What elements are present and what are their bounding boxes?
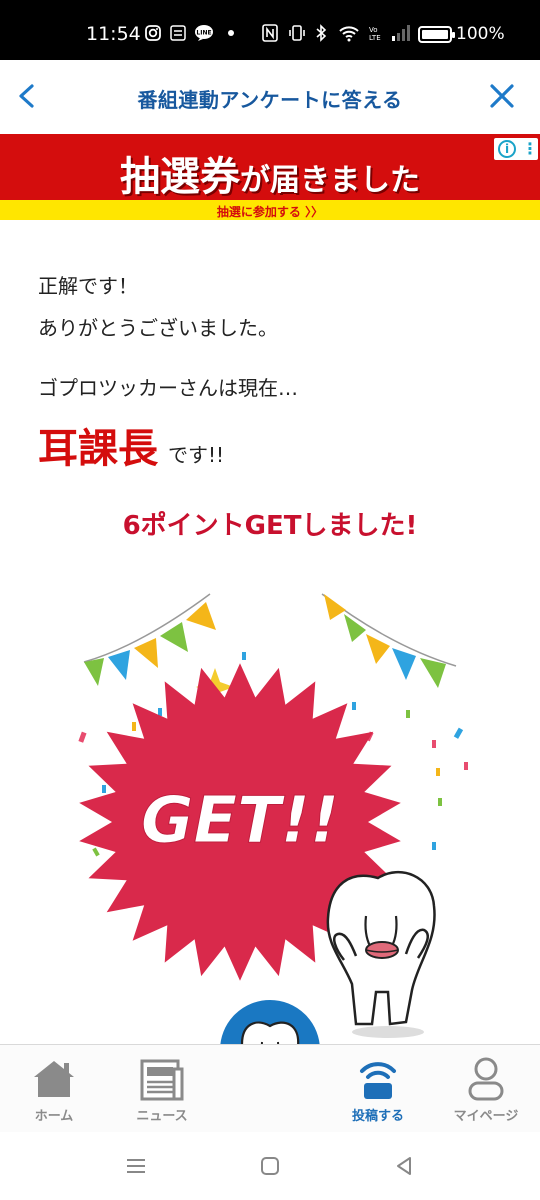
vibrate-icon bbox=[288, 24, 306, 46]
svg-text:LINE: LINE bbox=[196, 30, 211, 37]
tooth-mascot bbox=[326, 870, 436, 1038]
status-time: 11:54 bbox=[86, 23, 141, 45]
burst-text: GET!! bbox=[141, 784, 339, 858]
home-nav-icon[interactable] bbox=[258, 1154, 282, 1182]
volte-icon: Vo LTE bbox=[368, 24, 384, 46]
tab-news-label: ニュース bbox=[136, 1109, 188, 1124]
get-illustration: GET!! bbox=[60, 580, 480, 1050]
battery-percent: 100% bbox=[456, 24, 505, 44]
rank-suffix: です!! bbox=[168, 443, 225, 467]
tab-home[interactable]: ホーム bbox=[0, 1045, 108, 1133]
app-header: 番組連動アンケートに答える bbox=[0, 60, 540, 134]
rank-title: 耳課長 bbox=[38, 426, 158, 472]
app-icon bbox=[170, 24, 186, 48]
back-nav-icon[interactable] bbox=[392, 1154, 416, 1182]
wifi-icon bbox=[338, 24, 360, 46]
instagram-icon bbox=[144, 24, 162, 46]
home-icon bbox=[30, 1055, 78, 1103]
svg-text:LTE: LTE bbox=[369, 34, 381, 42]
status-bar: 11:54 LINE Vo LTE 100% bbox=[0, 0, 540, 60]
line-icon: LINE bbox=[194, 24, 214, 46]
tab-mypage-label: マイページ bbox=[453, 1109, 519, 1124]
news-icon bbox=[138, 1055, 186, 1103]
nfc-icon bbox=[262, 24, 278, 46]
info-icon[interactable]: i bbox=[498, 140, 516, 158]
battery-icon bbox=[418, 26, 455, 43]
close-icon[interactable] bbox=[484, 78, 520, 114]
svg-text:Vo: Vo bbox=[369, 26, 378, 34]
correct-message: 正解です！ bbox=[38, 274, 138, 298]
ad-choices[interactable]: i ⋮ bbox=[494, 138, 538, 160]
banner-headline: 抽選券が届きました bbox=[0, 144, 540, 202]
system-navigation-bar bbox=[0, 1132, 540, 1200]
page-title: 番組連動アンケートに答える bbox=[137, 88, 403, 112]
tab-mypage[interactable]: マイページ bbox=[432, 1045, 540, 1133]
bottom-tab-bar: ホーム ニュース 投稿する マイページ bbox=[0, 1044, 540, 1132]
tab-post[interactable]: 投稿する bbox=[324, 1045, 432, 1133]
more-icon[interactable]: ⋮ bbox=[522, 139, 538, 159]
points-message: 6ポイントGETしました! bbox=[122, 511, 418, 541]
tab-news[interactable]: ニュース bbox=[108, 1045, 216, 1133]
banner-headline-big: 抽選券 bbox=[120, 154, 240, 200]
person-icon bbox=[462, 1055, 510, 1103]
recent-apps-icon[interactable] bbox=[124, 1154, 148, 1182]
banner-join-link[interactable]: 抽選に参加する 〉〉 bbox=[0, 203, 540, 220]
lottery-banner[interactable]: 抽選券が届きました 抽選に参加する 〉〉 i ⋮ bbox=[0, 134, 540, 220]
rank-line: 耳課長 です!! bbox=[38, 416, 224, 474]
thanks-message: ありがとうございました。 bbox=[38, 316, 278, 340]
banner-headline-small: が届きました bbox=[240, 163, 420, 198]
post-icon bbox=[354, 1055, 402, 1103]
dot-icon bbox=[226, 24, 236, 46]
bluetooth-icon bbox=[314, 24, 328, 46]
signal-icon bbox=[390, 24, 412, 46]
tab-post-label: 投稿する bbox=[351, 1109, 404, 1124]
left-bunting bbox=[83, 593, 216, 686]
tab-home-label: ホーム bbox=[34, 1109, 74, 1124]
current-status-message: ゴプロツッカーさんは現在… bbox=[38, 376, 298, 400]
right-bunting bbox=[321, 593, 457, 688]
